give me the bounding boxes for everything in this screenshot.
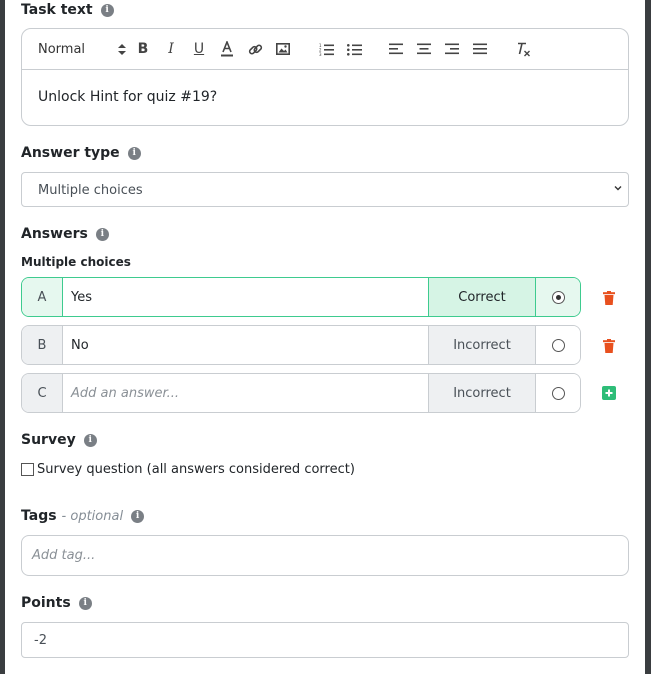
survey-label: Survey [21, 432, 76, 448]
answer-type-select[interactable]: Multiple choices [21, 172, 629, 207]
align-left-icon[interactable] [388, 40, 404, 58]
answer-radio-cell [535, 326, 580, 364]
image-icon[interactable] [275, 40, 291, 58]
points-label-row: Points i [21, 595, 92, 611]
rich-text-editor: Normal B I U 123 Unlock Hint for quiz #1… [21, 28, 629, 126]
ordered-list-icon[interactable]: 123 [318, 40, 334, 58]
link-icon[interactable] [247, 40, 263, 58]
italic-icon[interactable]: I [163, 40, 179, 58]
survey-checkbox[interactable] [21, 463, 34, 476]
tags-optional-note: - optional [61, 508, 124, 524]
answers-sublabel: Multiple choices [21, 255, 131, 269]
answer-text-input[interactable]: Add an answer... [63, 374, 428, 412]
plus-square-icon[interactable] [602, 386, 616, 400]
info-icon[interactable]: i [127, 146, 141, 160]
answer-letter: C [22, 374, 63, 412]
align-justify-icon[interactable] [472, 40, 488, 58]
editor-toolbar: Normal B I U 123 [22, 29, 628, 70]
window-edge-left [0, 0, 5, 674]
format-select[interactable]: Normal [38, 40, 126, 58]
points-label: Points [21, 595, 71, 611]
answer-radio-cell [535, 374, 580, 412]
trash-icon[interactable] [602, 291, 616, 305]
info-icon[interactable]: i [100, 3, 114, 17]
editor-content[interactable]: Unlock Hint for quiz #19? [38, 89, 217, 105]
survey-label-row: Survey i [21, 432, 97, 448]
answer-radio-cell [535, 278, 580, 316]
task-text-label: Task text [21, 2, 93, 18]
tags-label-row: Tags - optional i [21, 508, 145, 524]
info-icon[interactable]: i [131, 509, 145, 523]
answer-text-input[interactable]: No [63, 326, 428, 364]
answer-letter: B [22, 326, 63, 364]
bullet-list-icon[interactable] [346, 40, 362, 58]
text-color-icon[interactable] [219, 40, 235, 58]
points-input[interactable]: -2 [21, 622, 629, 658]
answer-status-toggle[interactable]: Incorrect [428, 326, 535, 364]
updown-chevron-icon [118, 44, 126, 55]
clear-format-icon[interactable] [515, 40, 531, 58]
answer-radio[interactable] [551, 338, 565, 352]
tags-label: Tags [21, 508, 57, 524]
underline-icon[interactable]: U [191, 40, 207, 58]
answer-radio[interactable] [551, 290, 565, 304]
chevron-down-icon [614, 186, 622, 191]
answer-row-a: A Yes Correct [21, 277, 581, 317]
bold-icon[interactable]: B [135, 40, 151, 58]
window-edge-right [645, 0, 651, 674]
answer-status-toggle[interactable]: Correct [428, 278, 535, 316]
answer-letter: A [22, 278, 63, 316]
info-icon[interactable]: i [95, 227, 109, 241]
tag-input[interactable]: Add tag... [21, 535, 629, 576]
answers-label: Answers [21, 226, 88, 242]
answer-type-label: Answer type [21, 145, 120, 161]
survey-checkbox-label: Survey question (all answers considered … [37, 462, 355, 477]
svg-text:3: 3 [319, 52, 322, 56]
answer-type-value: Multiple choices [38, 183, 143, 198]
align-right-icon[interactable] [444, 40, 460, 58]
format-select-value: Normal [38, 41, 86, 57]
answer-status-toggle[interactable]: Incorrect [428, 374, 535, 412]
info-icon[interactable]: i [83, 433, 97, 447]
survey-checkbox-row[interactable]: Survey question (all answers considered … [21, 462, 355, 477]
answer-text-input[interactable]: Yes [63, 278, 428, 316]
answers-label-row: Answers i [21, 226, 109, 242]
trash-icon[interactable] [602, 339, 616, 353]
answer-type-label-row: Answer type i [21, 145, 141, 161]
answer-radio[interactable] [551, 386, 565, 400]
info-icon[interactable]: i [78, 596, 92, 610]
answer-row-b: B No Incorrect [21, 325, 581, 365]
task-text-label-row: Task text i [21, 2, 114, 18]
answer-row-c: C Add an answer... Incorrect [21, 373, 581, 413]
align-center-icon[interactable] [416, 40, 432, 58]
